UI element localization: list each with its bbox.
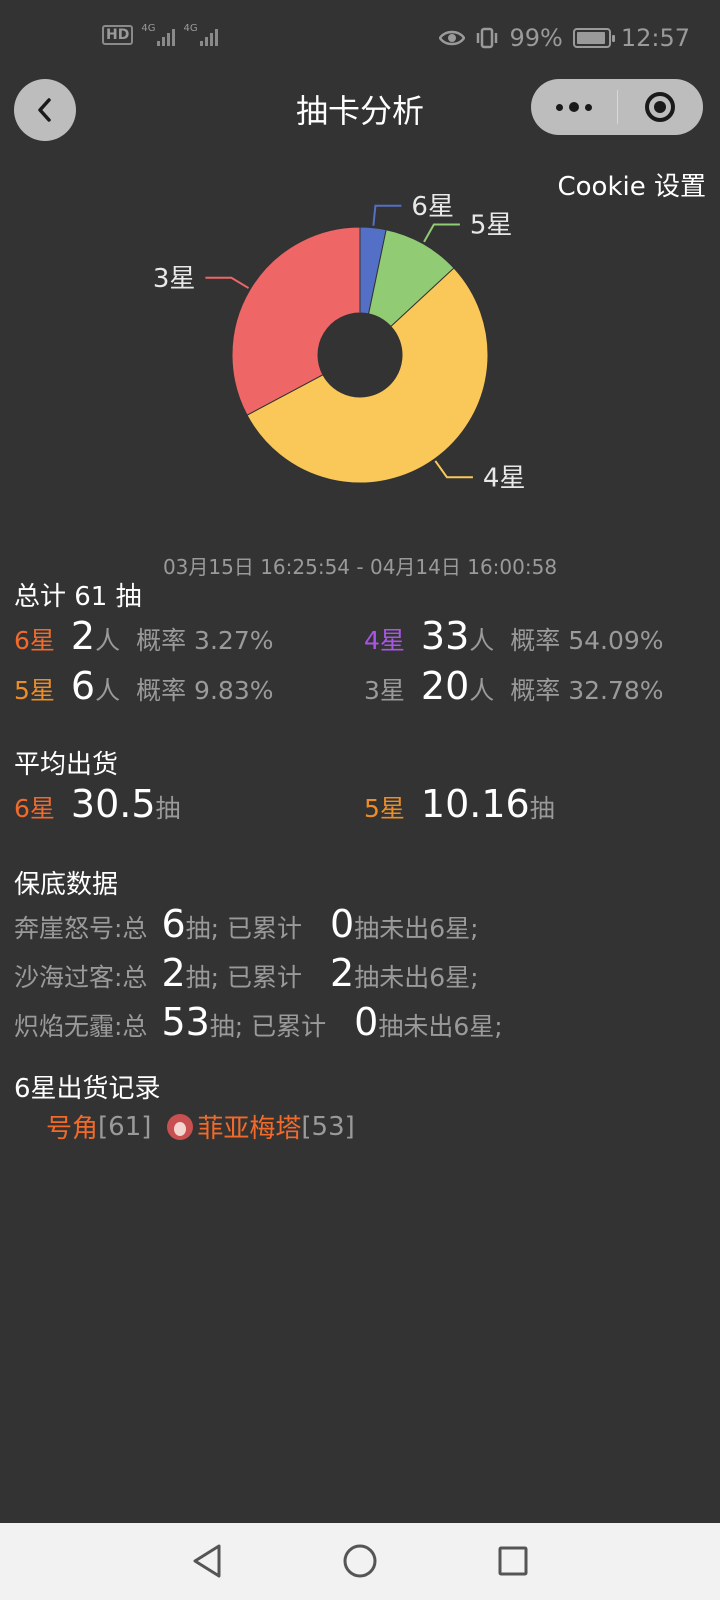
system-navigation-bar	[0, 1523, 720, 1600]
pity-accum: 2	[330, 951, 355, 995]
pie-leader-line	[372, 204, 402, 226]
avg-value-5: 10.16	[420, 782, 530, 826]
pie-slice-label: 5星	[470, 210, 513, 240]
network-label: 4G	[141, 23, 156, 34]
pie-slice	[231, 226, 361, 416]
more-dots-icon	[555, 102, 592, 112]
status-right: 99% 12:57	[439, 24, 690, 52]
average-6star: 6星 30.5 抽	[14, 782, 181, 826]
stat-6star: 6星 2 人 概率 3.27%	[14, 614, 273, 658]
page: HD 4G 4G 99% 12:57 抽卡分析 Cookie 设置 6星 5星 …	[0, 0, 720, 1600]
star-label-5: 5星	[14, 676, 55, 705]
nav-back-button[interactable]	[187, 1541, 227, 1581]
network-label-2: 4G	[183, 23, 198, 34]
square-recents-icon	[498, 1546, 528, 1576]
rate-6: 概率 3.27%	[136, 626, 274, 655]
count-5: 6	[70, 664, 96, 708]
nav-recents-button[interactable]	[493, 1541, 533, 1581]
operator-avatar	[167, 1113, 194, 1140]
star-label-6: 6星	[14, 626, 55, 655]
stat-5star: 5星 6 人 概率 9.83%	[14, 664, 273, 708]
pity-accum: 0	[330, 902, 355, 946]
battery-icon	[572, 28, 615, 48]
pity-tail-text: 抽未出6星;	[378, 1012, 503, 1041]
pity-total: 2	[161, 951, 186, 995]
total-title: 总计 61 抽	[14, 582, 142, 612]
pity-row: 炽焰无霾:总 53 抽; 已累计 0 抽未出6星;	[14, 1000, 503, 1044]
avg-unit-5: 抽	[529, 794, 555, 823]
stat-4star: 4星 33 人 概率 54.09%	[364, 614, 664, 658]
records-list: 号角 [61] 菲亚梅塔 [53]	[46, 1108, 355, 1145]
records-title: 6星出货记录	[14, 1074, 161, 1104]
pity-total: 53	[161, 1000, 210, 1044]
pity-title: 保底数据	[14, 870, 119, 900]
rate-4: 概率 54.09%	[510, 626, 664, 655]
pity-mid-text: 抽; 已累计	[185, 963, 302, 992]
more-button[interactable]	[531, 79, 617, 135]
pie-slice-label: 4星	[483, 463, 526, 493]
pity-total: 6	[161, 902, 186, 946]
pity-row: 奔崖怒号:总 6 抽; 已累计 0 抽未出6星;	[14, 902, 479, 946]
status-left: HD 4G 4G	[102, 24, 218, 46]
circle-home-icon	[343, 1544, 377, 1578]
rate-3: 概率 32.78%	[510, 676, 664, 705]
target-icon	[645, 92, 676, 122]
nav-home-button[interactable]	[340, 1541, 380, 1581]
pie-slice-label: 3星	[153, 264, 196, 294]
avg-unit-6: 抽	[155, 794, 181, 823]
unit-6: 人	[95, 626, 121, 655]
record-count: [61]	[98, 1111, 152, 1142]
average-5star: 5星 10.16 抽	[364, 782, 555, 826]
signal-icon: 4G	[141, 23, 176, 46]
avg-value-6: 30.5	[70, 782, 156, 826]
pie-slice-label: 6星	[411, 192, 454, 222]
close-button[interactable]	[618, 79, 704, 135]
pity-pool-name: 炽焰无霾:总	[14, 1012, 148, 1041]
star-label-3: 3星	[364, 676, 405, 705]
average-title: 平均出货	[14, 750, 119, 780]
avg-star-label-6: 6星	[14, 794, 55, 823]
eye-icon	[439, 30, 466, 46]
status-bar: HD 4G 4G 99% 12:57	[0, 0, 720, 78]
unit-5: 人	[95, 676, 121, 705]
record-name: 号角	[46, 1114, 99, 1144]
pity-mid-text: 抽; 已累计	[185, 914, 302, 943]
pie-leader-line	[423, 223, 460, 243]
battery-percent: 99%	[509, 24, 563, 52]
record-count: [53]	[301, 1111, 355, 1142]
pie-leader-line	[434, 460, 473, 479]
pity-accum: 0	[354, 1000, 379, 1044]
count-3: 20	[420, 664, 470, 708]
signal-icon-2: 4G	[183, 23, 218, 46]
pity-row: 沙海过客:总 2 抽; 已累计 2 抽未出6星;	[14, 951, 479, 995]
record-name: 菲亚梅塔	[197, 1114, 302, 1144]
unit-4: 人	[469, 626, 495, 655]
triangle-back-icon	[193, 1544, 221, 1578]
pity-mid-text: 抽; 已累计	[209, 1012, 327, 1041]
vibrate-icon	[477, 27, 498, 49]
count-6: 2	[70, 614, 96, 658]
unit-3: 人	[469, 676, 495, 705]
hd-icon: HD	[102, 25, 134, 45]
pity-pool-name: 奔崖怒号:总	[14, 914, 148, 943]
pull-distribution-chart: 6星 5星 4星 3星	[153, 192, 526, 493]
rate-5: 概率 9.83%	[136, 676, 274, 705]
avg-star-label-5: 5星	[364, 794, 405, 823]
star-label-4: 4星	[364, 626, 405, 655]
stat-3star: 3星 20 人 概率 32.78%	[364, 664, 664, 708]
mini-program-capsule	[531, 79, 703, 135]
pie-leader-line	[205, 276, 250, 289]
pity-pool-name: 沙海过客:总	[14, 963, 148, 992]
clock-time: 12:57	[620, 24, 690, 52]
pity-tail-text: 抽未出6星;	[354, 914, 479, 943]
pity-tail-text: 抽未出6星;	[354, 963, 479, 992]
count-4: 33	[420, 614, 470, 658]
